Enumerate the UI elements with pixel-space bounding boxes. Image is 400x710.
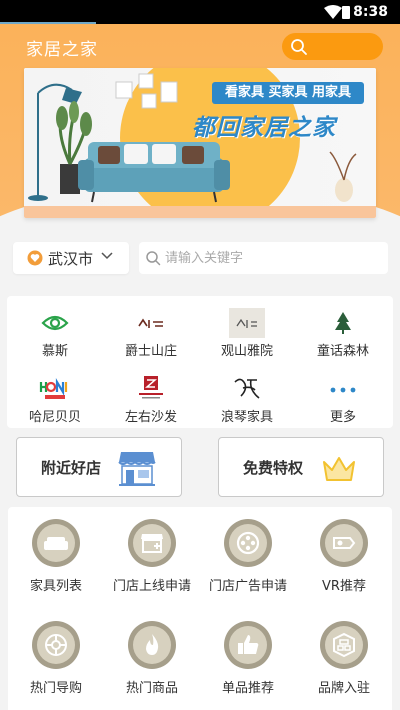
service-label: 门店上线申请 bbox=[112, 579, 191, 594]
brand-name: 爵士山庄 bbox=[124, 344, 177, 359]
sofa-icon bbox=[44, 537, 68, 550]
brand-item-musi[interactable]: 慕斯 bbox=[7, 302, 103, 360]
honey-logo bbox=[39, 378, 71, 399]
brand-item-zuoyou[interactable]: 左右沙发 bbox=[103, 368, 199, 426]
service-grid: 家具列表 门店上线申请 门店广告申请 VR推荐 热门导购 热门商品 单品推荐 品… bbox=[8, 507, 392, 710]
service-label: 热门商品 bbox=[125, 681, 178, 696]
service-label: 门店广告申请 bbox=[208, 579, 287, 594]
battery-icon bbox=[342, 6, 350, 19]
nearby-stores-card[interactable]: 附近好店 bbox=[16, 437, 182, 497]
service-label: VR推荐 bbox=[322, 579, 366, 594]
crown-icon bbox=[323, 457, 355, 481]
zuoyou-logo bbox=[139, 376, 163, 399]
service-store-online-apply[interactable]: 门店上线申请 bbox=[104, 507, 200, 603]
service-item-recommend[interactable]: 单品推荐 bbox=[200, 609, 296, 705]
store-add-icon bbox=[141, 534, 163, 553]
service-label: 热门导购 bbox=[29, 681, 82, 696]
banner-tagline: 看家具 买家具 用家具 bbox=[212, 82, 364, 104]
brand-item-langqin[interactable]: 浪琴家具 bbox=[199, 368, 295, 426]
brand-name: 观山雅院 bbox=[220, 344, 273, 359]
brand-item-guanshan[interactable]: 观山雅院 bbox=[199, 302, 295, 360]
brand-badge-icon bbox=[333, 632, 355, 658]
chevron-down-icon bbox=[101, 252, 113, 260]
film-reel-icon bbox=[236, 531, 260, 555]
status-time: 8:38 bbox=[353, 4, 388, 20]
card-label: 附近好店 bbox=[41, 459, 102, 477]
app-title: 家居之家 bbox=[26, 40, 98, 60]
store-icon bbox=[118, 452, 156, 486]
service-label: 家具列表 bbox=[29, 579, 82, 594]
city-label: 武汉市 bbox=[48, 250, 94, 268]
heart-location-icon bbox=[27, 250, 43, 266]
service-label: 品牌入驻 bbox=[317, 681, 370, 696]
service-hot-products[interactable]: 热门商品 bbox=[104, 609, 200, 705]
brand-item-more[interactable]: 更多 bbox=[295, 368, 391, 426]
free-privilege-card[interactable]: 免费特权 bbox=[218, 437, 384, 497]
jueshi-logo bbox=[137, 318, 165, 330]
card-label: 免费特权 bbox=[243, 459, 304, 477]
keyword-search-input[interactable] bbox=[165, 247, 380, 269]
brand-name: 慕斯 bbox=[41, 344, 68, 359]
guide-icon bbox=[45, 634, 67, 656]
vr-headset-icon bbox=[333, 537, 356, 549]
service-hot-guide[interactable]: 热门导购 bbox=[8, 609, 104, 705]
brand-name: 童话森林 bbox=[316, 344, 369, 359]
tonghua-logo bbox=[335, 312, 351, 334]
status-bar: 8:38 bbox=[0, 0, 400, 25]
search-icon bbox=[291, 39, 307, 55]
brand-name: 哈尼贝贝 bbox=[28, 410, 81, 425]
langqin-logo bbox=[234, 378, 260, 399]
service-brand-join[interactable]: 品牌入驻 bbox=[296, 609, 392, 705]
service-furniture-list[interactable]: 家具列表 bbox=[8, 507, 104, 603]
service-store-ad-apply[interactable]: 门店广告申请 bbox=[200, 507, 296, 603]
service-label: 单品推荐 bbox=[221, 681, 274, 696]
brand-name: 左右沙发 bbox=[124, 410, 177, 425]
search-icon bbox=[146, 251, 161, 266]
brand-name: 浪琴家具 bbox=[220, 410, 273, 425]
eye-icon bbox=[41, 315, 69, 331]
service-vr-recommend[interactable]: VR推荐 bbox=[296, 507, 392, 603]
guanshan-logo bbox=[229, 308, 265, 338]
more-dots-icon bbox=[330, 387, 356, 393]
brand-item-jueshi[interactable]: 爵士山庄 bbox=[103, 302, 199, 360]
city-selector[interactable]: 武汉市 bbox=[13, 242, 129, 274]
header-search-button[interactable] bbox=[282, 33, 383, 60]
brand-item-tonghua[interactable]: 童话森林 bbox=[295, 302, 391, 360]
wifi-icon bbox=[324, 5, 342, 19]
brand-name: 更多 bbox=[329, 410, 356, 425]
promo-banner[interactable]: 看家具 买家具 用家具 都回家居之家 bbox=[24, 68, 376, 218]
brand-grid: 慕斯 爵士山庄 观山雅院 童话森林 哈尼贝贝 左右沙发 浪琴家具 更多 bbox=[7, 296, 393, 428]
flame-icon bbox=[146, 634, 159, 655]
keyword-search-field[interactable] bbox=[139, 242, 388, 274]
brand-item-honey[interactable]: 哈尼贝贝 bbox=[7, 368, 103, 426]
banner-slogan: 都回家居之家 bbox=[192, 115, 336, 141]
thumbs-up-icon bbox=[238, 635, 259, 654]
